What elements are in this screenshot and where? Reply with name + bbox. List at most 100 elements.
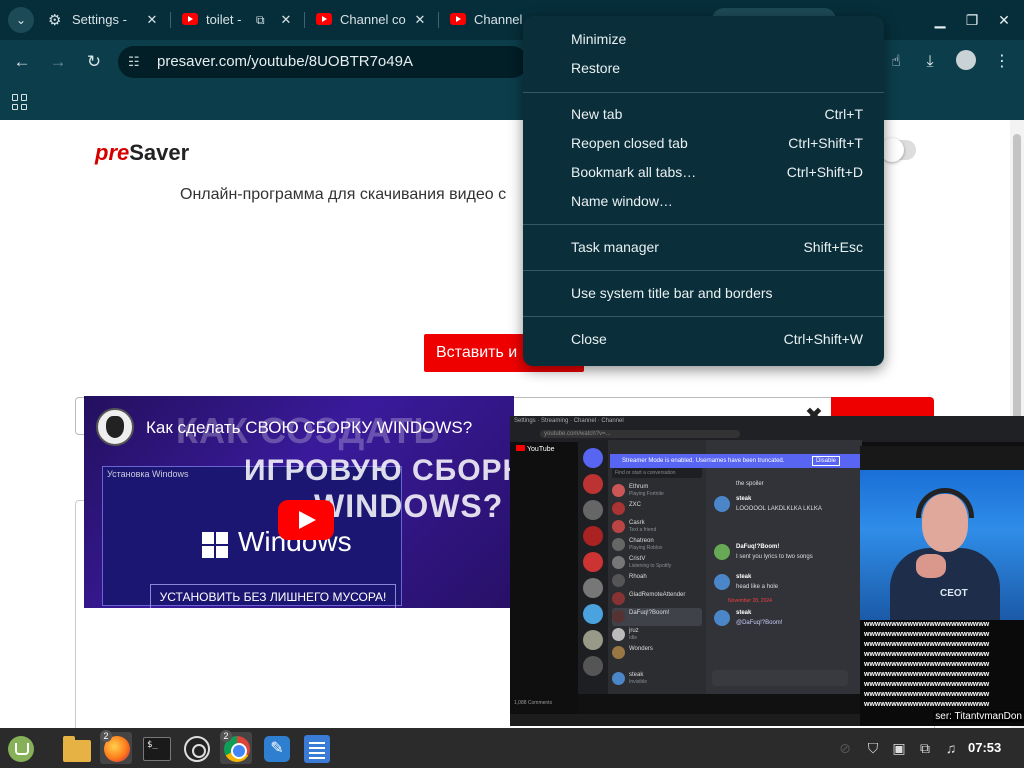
document-launcher[interactable] bbox=[300, 732, 332, 764]
chat-line: wwwwwwwwwwwwwwwwwwwwwww bbox=[864, 661, 990, 668]
install-clean-label: УСТАНОВИТЬ БЕЗ ЛИШНЕГО МУСОРА! bbox=[150, 584, 396, 608]
minimize-icon[interactable]: ▁ bbox=[928, 8, 952, 32]
tab-separator bbox=[438, 12, 439, 28]
picture-in-picture-window[interactable]: Settings · Streaming · Channel · Channel… bbox=[510, 416, 1024, 726]
no-network-icon[interactable]: ⊘ bbox=[834, 737, 856, 759]
document-icon bbox=[304, 735, 330, 763]
server-icon bbox=[583, 656, 603, 676]
site-settings-icon[interactable]: ☷ bbox=[128, 54, 146, 70]
close-tab-icon[interactable]: ✕ bbox=[412, 6, 428, 34]
pip-url: youtube.com/watch?v=... bbox=[540, 430, 740, 438]
menu-item-close[interactable]: Close Ctrl+Shift+W bbox=[523, 325, 884, 354]
menu-separator bbox=[523, 224, 884, 225]
text-editor-launcher[interactable]: ✎ bbox=[260, 732, 292, 764]
video-thumbnail[interactable]: Установка Windows КАК СОЗДАТЬ ИГРОВУЮ СБ… bbox=[84, 396, 514, 608]
linux-mint-icon bbox=[8, 736, 34, 762]
restore-icon[interactable]: ❐ bbox=[960, 8, 984, 32]
sound-icon[interactable]: ♫ bbox=[940, 737, 962, 759]
site-logo[interactable]: preSaver bbox=[95, 140, 189, 166]
clipboard-icon[interactable]: ▣ bbox=[888, 737, 910, 759]
address-bar[interactable]: ☷ presaver.com/youtube/8UOBTR7o49A bbox=[118, 46, 528, 78]
tab-search-button[interactable]: ⌄ bbox=[8, 7, 34, 33]
menu-item-minimize[interactable]: Minimize bbox=[523, 25, 884, 54]
tab-separator bbox=[170, 12, 171, 28]
server-icon bbox=[583, 526, 603, 546]
menu-item-restore[interactable]: Restore bbox=[523, 54, 884, 83]
obs-icon bbox=[184, 736, 210, 762]
youtube-icon bbox=[182, 13, 198, 25]
chat-line: wwwwwwwwwwwwwwwwwwwwwww bbox=[864, 681, 990, 688]
apps-grid-icon[interactable] bbox=[12, 94, 28, 110]
channel-avatar[interactable] bbox=[96, 408, 134, 446]
dm-item: CristV Listening to Spotify bbox=[612, 554, 702, 572]
forward-arrow-icon[interactable]: → bbox=[46, 50, 70, 74]
menu-item-system-title-bar[interactable]: Use system title bar and borders bbox=[523, 279, 884, 308]
dm-item: Chatreon Playing Roblox bbox=[612, 536, 702, 554]
menu-item-label: Close bbox=[571, 331, 607, 347]
tab-title: Settings - bbox=[72, 12, 127, 27]
tab-youtube-channel-1[interactable]: Channel co ✕ bbox=[316, 6, 428, 34]
menu-item-label: Name window… bbox=[571, 193, 673, 209]
server-icon bbox=[583, 578, 603, 598]
menu-item-label: Bookmark all tabs… bbox=[571, 164, 697, 180]
window-count-badge: 2 bbox=[100, 730, 112, 742]
tab-settings[interactable]: ⚙ Settings - ✕ bbox=[48, 6, 160, 34]
mint-menu-button[interactable] bbox=[4, 732, 36, 764]
menu-item-label: Minimize bbox=[571, 31, 627, 47]
server-icon bbox=[583, 474, 603, 494]
network-icon[interactable]: ⧉ bbox=[914, 737, 936, 759]
menu-item-shortcut: Ctrl+Shift+D bbox=[786, 164, 863, 180]
menu-item-name-window[interactable]: Name window… bbox=[523, 187, 884, 216]
pen-icon: ✎ bbox=[264, 736, 290, 762]
menu-item-label: New tab bbox=[571, 106, 623, 122]
streamer-mode-banner: Streamer Mode is enabled. Usernames have… bbox=[610, 454, 860, 468]
window-context-menu: Minimize Restore New tab Ctrl+T Reopen c… bbox=[523, 16, 884, 366]
tab-youtube-toilet[interactable]: toilet - ⧉ ✕ bbox=[182, 6, 294, 34]
shield-icon[interactable]: ⛉ bbox=[862, 737, 884, 759]
server-icon bbox=[583, 604, 603, 624]
menu-item-new-tab[interactable]: New tab Ctrl+T bbox=[523, 100, 884, 129]
close-window-icon[interactable]: ✕ bbox=[992, 8, 1016, 32]
menu-kebab-icon[interactable]: ⋮ bbox=[990, 50, 1014, 74]
terminal-launcher[interactable]: $_ bbox=[140, 732, 172, 764]
tab-youtube-channel-2[interactable]: Channel bbox=[450, 6, 522, 34]
download-icon[interactable]: ⤓ bbox=[918, 50, 942, 74]
streamer-hand bbox=[916, 554, 946, 578]
firefox-launcher[interactable]: 2 bbox=[100, 730, 132, 764]
logo-pre: pre bbox=[95, 140, 130, 165]
theme-toggle[interactable] bbox=[880, 138, 916, 162]
pip-comments-label: 1,088 Comments bbox=[514, 700, 553, 706]
headphones bbox=[916, 488, 974, 518]
play-button-icon[interactable] bbox=[278, 500, 334, 540]
logo-rest: Saver bbox=[129, 140, 190, 165]
obs-launcher[interactable] bbox=[180, 732, 212, 764]
close-tab-icon[interactable]: ✕ bbox=[278, 6, 294, 34]
files-launcher[interactable] bbox=[60, 732, 92, 764]
youtube-icon bbox=[450, 13, 466, 25]
dm-search: Find or start a conversation bbox=[612, 468, 702, 478]
video-title[interactable]: Как сделать СВОЮ СБОРКУ WINDOWS? bbox=[146, 418, 472, 438]
back-arrow-icon[interactable]: ← bbox=[10, 50, 34, 74]
dm-item: Casrk Text a friend bbox=[612, 518, 702, 536]
menu-item-label: Restore bbox=[571, 60, 621, 76]
screen: ⌄ ⚙ Settings - ✕ toilet - ⧉ ✕ Channel co … bbox=[0, 0, 1024, 768]
reload-icon[interactable]: ↻ bbox=[82, 50, 106, 74]
dm-item: jruz Idle bbox=[612, 626, 702, 644]
discord-dm-list: Find or start a conversation Ethrum Playi… bbox=[608, 440, 706, 694]
profile-avatar-icon[interactable] bbox=[954, 50, 978, 74]
menu-item-reopen-closed-tab[interactable]: Reopen closed tab Ctrl+Shift+T bbox=[523, 129, 884, 158]
extensions-icon[interactable]: ☝ bbox=[884, 50, 908, 74]
menu-separator bbox=[523, 92, 884, 93]
menu-item-label: Task manager bbox=[571, 239, 659, 255]
dm-item-selected: DaFuq!?Boom! bbox=[612, 608, 702, 626]
dm-item: Ethrum Playing Fortnite bbox=[612, 482, 702, 500]
chrome-launcher[interactable]: 2 bbox=[220, 730, 252, 764]
menu-item-bookmark-all-tabs[interactable]: Bookmark all tabs… Ctrl+Shift+D bbox=[523, 158, 884, 187]
address-text[interactable]: presaver.com/youtube/8UOBTR7o49A bbox=[157, 46, 413, 78]
menu-item-task-manager[interactable]: Task manager Shift+Esc bbox=[523, 233, 884, 262]
pip-browser-chrome: Settings · Streaming · Channel · Channel… bbox=[510, 416, 1024, 442]
dm-item: GladRemoteAttender bbox=[612, 590, 702, 608]
close-tab-icon[interactable]: ✕ bbox=[144, 6, 160, 34]
windows-logo-icon bbox=[202, 532, 228, 558]
clock[interactable]: 07:53 bbox=[968, 728, 1001, 768]
